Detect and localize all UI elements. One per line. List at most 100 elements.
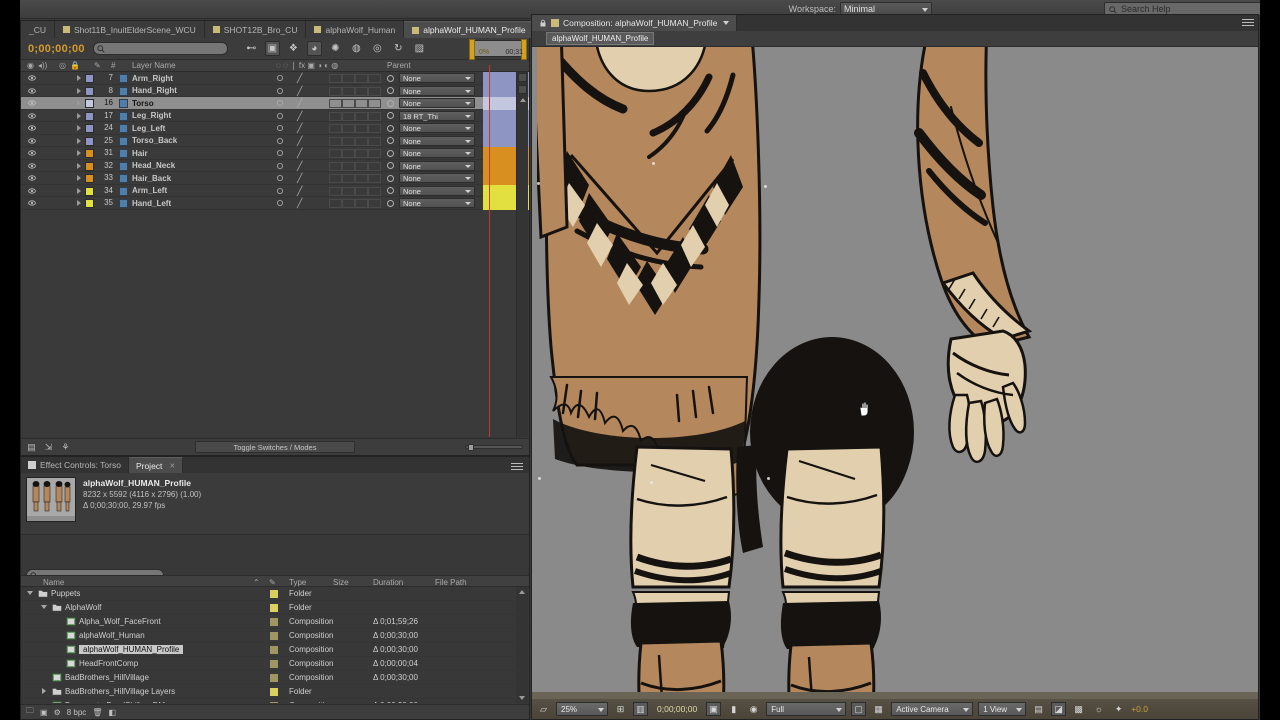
layer-switches-grid[interactable] <box>329 174 381 183</box>
eye-visibility-icon[interactable] <box>28 124 36 132</box>
breadcrumb[interactable]: alphaWolf_HUMAN_Profile <box>546 32 655 45</box>
project-item-list[interactable]: Puppets Folder AlphaWolf Folder Alpha_Wolf_F… <box>21 587 529 703</box>
layer-switches-grid[interactable] <box>329 111 381 121</box>
canvas-horizontal-scrollbar[interactable] <box>532 692 1258 699</box>
expand-triangle-icon[interactable] <box>77 187 81 194</box>
project-item-name[interactable]: Alpha_Wolf_FaceFront <box>79 617 161 626</box>
parent-select[interactable]: None <box>399 73 475 83</box>
eye-visibility-icon[interactable] <box>28 74 36 82</box>
expand-triangle-icon[interactable] <box>77 137 81 144</box>
label-color-swatch[interactable] <box>270 604 278 612</box>
layer-audio-video-switch-icon[interactable] <box>276 112 284 120</box>
eye-visibility-icon[interactable] <box>28 149 36 157</box>
timeline-tab-1[interactable]: Shot11B_InuitElderScene_WCU <box>55 21 205 38</box>
scroll-down-arrow-icon[interactable] <box>519 696 525 700</box>
current-time-display[interactable]: 0;00;00;00 <box>653 704 701 714</box>
layer-name[interactable]: Hair_Back <box>132 174 171 183</box>
timeline-tab-2[interactable]: SHOT12B_Bro_CU <box>204 21 307 38</box>
project-list-item[interactable]: Puppets Folder <box>21 587 529 601</box>
fast-previews-icon[interactable]: ◪ <box>1051 702 1067 716</box>
pixel-aspect-correction-icon[interactable]: ▤ <box>1031 702 1046 716</box>
project-list-item[interactable]: AlphaWolf Folder <box>21 601 529 615</box>
layer-name-header[interactable]: Layer Name <box>132 61 176 70</box>
graph-editor-icon[interactable]: ↻ <box>391 41 406 56</box>
layer-switches-grid[interactable] <box>329 149 381 158</box>
composition-panel-menu-icon[interactable] <box>1242 19 1254 20</box>
column-header-name[interactable]: Name <box>43 578 64 587</box>
layer-switches-grid[interactable] <box>329 124 381 133</box>
frame-render-icon[interactable]: ⇲ <box>42 441 55 453</box>
timeline-work-area-minimap[interactable]: 0% 00;31 <box>469 39 527 60</box>
zoom-slider-knob[interactable] <box>468 444 474 451</box>
project-list-item[interactable]: BadBrothers_HillVillage Layers Folder <box>21 685 529 699</box>
timeline-layer-row[interactable]: 25 Torso_Back ╱ None <box>21 134 529 147</box>
project-item-title[interactable]: alphaWolf_HUMAN_Profile <box>83 478 201 489</box>
timeline-vertical-scrollbar[interactable] <box>516 72 528 437</box>
label-color-swatch[interactable] <box>270 632 278 640</box>
timeline-layer-row[interactable]: 32 Head_Neck ╱ None <box>21 159 529 172</box>
layer-switches-grid[interactable] <box>329 74 381 83</box>
parent-pickwhip-icon[interactable] <box>387 199 394 207</box>
column-header-filepath[interactable]: File Path <box>435 578 467 587</box>
parent-select[interactable]: 18 RT_Thi <box>399 110 475 121</box>
expand-triangle-icon[interactable] <box>77 100 81 106</box>
timeline-tab-0[interactable]: _CU <box>21 21 56 38</box>
project-item-name[interactable]: BadBrothers_HillVillage Layers <box>65 687 175 696</box>
project-item-name[interactable]: Puppets <box>51 589 80 598</box>
label-color-swatch[interactable] <box>270 688 278 696</box>
show-snapshot-icon[interactable]: ▮ <box>726 702 741 716</box>
grid-guides-icon[interactable]: ⊞ <box>613 702 628 716</box>
layer-name[interactable]: Torso_Back <box>132 136 177 145</box>
parent-pickwhip-icon[interactable] <box>387 149 394 157</box>
layer-label-color[interactable] <box>85 161 94 171</box>
puppet-pin[interactable] <box>764 185 767 188</box>
timeline-playhead[interactable] <box>489 65 490 437</box>
layer-label-color[interactable] <box>85 136 94 146</box>
label-color-swatch[interactable] <box>270 660 278 668</box>
take-snapshot-icon[interactable]: ▣ <box>706 702 722 716</box>
comp-marker-icon[interactable] <box>518 73 527 82</box>
layer-label-color[interactable] <box>85 99 94 108</box>
eye-visibility-icon[interactable] <box>28 99 36 107</box>
label-color-swatch[interactable] <box>270 674 278 682</box>
parent-pickwhip-icon[interactable] <box>387 137 394 144</box>
quality-switch-icon[interactable]: ╱ <box>297 136 302 147</box>
resolution-quality-select[interactable]: Full <box>766 702 847 716</box>
expand-triangle-icon[interactable] <box>77 125 81 131</box>
layer-audio-video-switch-icon[interactable] <box>276 174 284 182</box>
eye-visibility-icon[interactable] <box>28 199 36 207</box>
layer-name[interactable]: Head_Neck <box>132 161 175 170</box>
parent-select[interactable]: None <box>399 185 475 196</box>
parent-pickwhip-icon[interactable] <box>387 162 394 169</box>
parent-select[interactable]: None <box>399 173 475 183</box>
exposure-value[interactable]: +0.0 <box>1131 704 1148 714</box>
draft-3d-icon[interactable]: ▣ <box>264 41 280 56</box>
puppet-pin[interactable] <box>538 477 541 480</box>
parent-pickwhip-icon[interactable] <box>387 174 394 182</box>
twirl-triangle-icon[interactable] <box>42 688 46 694</box>
layer-switch-icon[interactable] <box>518 85 527 94</box>
expand-triangle-icon[interactable] <box>77 175 81 181</box>
show-channel-icon[interactable]: ◉ <box>746 702 761 716</box>
layer-switches-grid[interactable] <box>329 186 381 196</box>
expand-triangle-icon[interactable] <box>77 87 81 94</box>
twirl-triangle-icon[interactable] <box>41 605 47 609</box>
close-icon[interactable]: ✕ <box>169 462 175 470</box>
label-color-swatch[interactable] <box>270 702 278 703</box>
chevron-down-icon[interactable] <box>723 21 730 25</box>
timeline-layer-row[interactable]: 8 Hand_Right ╱ None <box>21 84 529 97</box>
layer-label-color[interactable] <box>85 86 94 96</box>
label-color-swatch[interactable] <box>270 646 278 654</box>
project-list-item[interactable]: BearmasterBeadShifter_DM Composition Δ 0;0… <box>21 699 529 703</box>
delete-icon[interactable]: 🗑 <box>92 708 102 717</box>
quality-switch-icon[interactable]: ╱ <box>297 186 302 197</box>
layer-name[interactable]: Leg_Left <box>132 124 165 133</box>
eye-visibility-icon[interactable] <box>28 174 36 182</box>
expand-triangle-icon[interactable] <box>77 75 81 81</box>
project-list-item[interactable]: Alpha_Wolf_FaceFront Composition Δ 0;01;59… <box>21 615 529 629</box>
project-item-name[interactable]: alphaWolf_Human <box>79 631 145 640</box>
layer-audio-video-switch-icon[interactable] <box>276 99 284 107</box>
timeline-zoom-slider[interactable] <box>465 444 523 451</box>
toggle-mask-paths-icon[interactable]: ▥ <box>633 702 648 716</box>
scroll-up-arrow-icon[interactable] <box>520 98 526 102</box>
